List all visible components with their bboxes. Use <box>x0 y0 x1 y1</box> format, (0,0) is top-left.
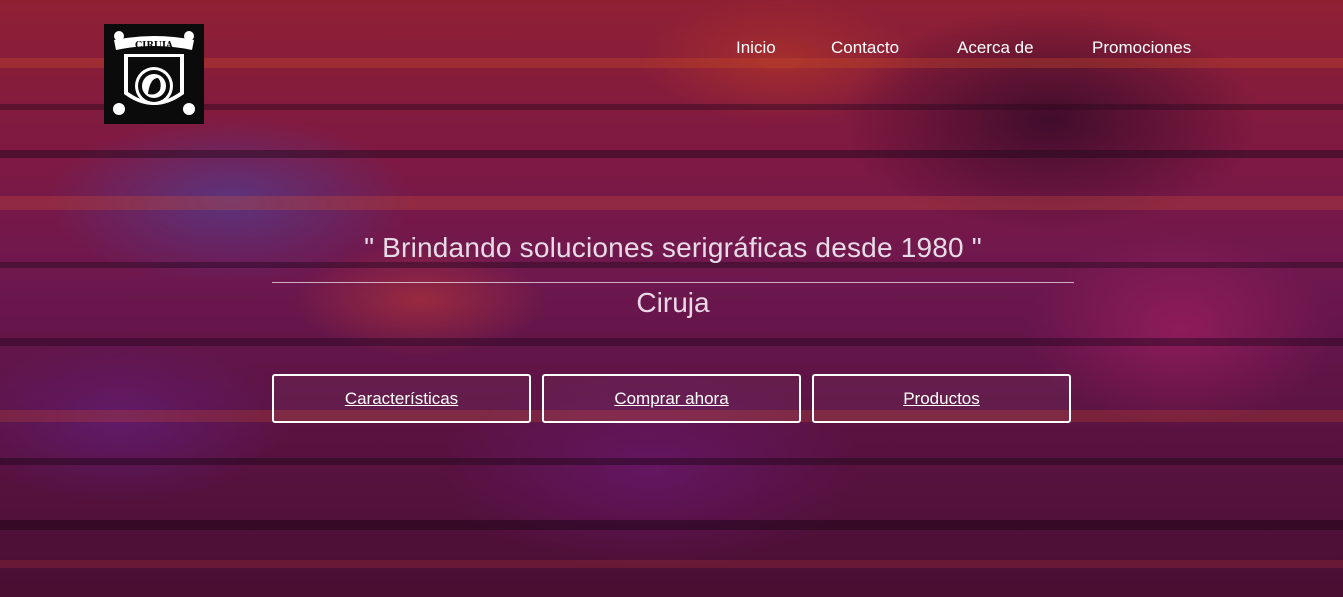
nav-item-inicio[interactable]: Inicio <box>736 38 776 58</box>
caracteristicas-button[interactable]: Características <box>272 374 531 423</box>
main-nav: Inicio Contacto Acerca de Promociones <box>0 38 1343 60</box>
nav-item-acerca-de[interactable]: Acerca de <box>957 38 1034 58</box>
nav-item-contacto[interactable]: Contacto <box>831 38 899 58</box>
nav-item-promociones[interactable]: Promociones <box>1092 38 1191 58</box>
productos-button[interactable]: Productos <box>812 374 1071 423</box>
comprar-ahora-button[interactable]: Comprar ahora <box>542 374 801 423</box>
hero-divider <box>272 282 1074 283</box>
hero-brand-name: Ciruja <box>636 287 710 318</box>
hero-tagline: " Brindando soluciones serigráficas desd… <box>364 232 982 263</box>
